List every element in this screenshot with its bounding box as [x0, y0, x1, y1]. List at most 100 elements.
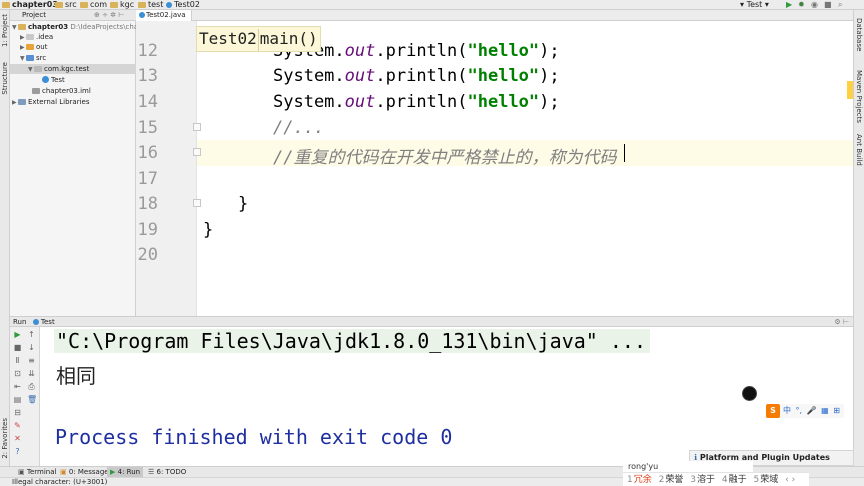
nav-crumb-src[interactable]: src [55, 0, 77, 10]
rerun-icon[interactable]: ▶ [13, 331, 22, 339]
tab-test02-java[interactable]: Test02.java [136, 10, 192, 21]
file-icon [32, 88, 40, 94]
project-view-selector[interactable]: Project [22, 11, 46, 19]
breadcrumb-method[interactable]: main() [260, 29, 318, 48]
line-number: 20 [137, 245, 158, 265]
text-caret [624, 144, 625, 162]
tree-item-src[interactable]: ▼ src [20, 53, 46, 63]
scroll-to-end-icon[interactable]: ⇊ [27, 370, 36, 378]
method-breadcrumb[interactable]: Test02 main() [196, 26, 321, 52]
ime-punctuation-icon[interactable]: °, [796, 406, 803, 415]
line-number: 18 [137, 194, 158, 214]
ant-tool-tab[interactable]: Ant Build [855, 134, 863, 166]
nav-crumb-com[interactable]: com [80, 0, 107, 10]
line-number: 12 [137, 41, 158, 61]
ime-page-arrows-icon[interactable]: ‹ › [785, 473, 795, 486]
code-comment: //... [273, 118, 325, 138]
run-panel-title: Run [13, 318, 27, 326]
restore-layout-icon[interactable]: ⊟ [13, 409, 22, 417]
fold-marker[interactable] [193, 148, 201, 156]
code-comment: //重复的代码在开发中严格禁止的，称为代码 [273, 148, 617, 168]
class-icon [166, 2, 172, 8]
pin-icon[interactable]: ✎ [13, 422, 22, 430]
code-line: System.out.println("hello"); [273, 92, 560, 112]
run-console[interactable]: "C:\Program Files\Java\jdk1.8.0_131\bin\… [40, 327, 853, 466]
code-editor[interactable]: 12 13 14 15 16 17 18 19 20 System.out.pr… [136, 21, 853, 316]
project-panel-tools-icon[interactable]: ⊕ ÷ ✲ ⊢ [94, 10, 124, 21]
console-output: 相同 [56, 364, 96, 388]
microphone-icon[interactable]: 🎤 [807, 406, 817, 415]
ime-language-label[interactable]: 中 [783, 406, 791, 415]
project-tool-tab[interactable]: 1: Project [1, 14, 9, 47]
package-icon [34, 66, 42, 72]
module-icon [18, 24, 26, 30]
status-message: Illegal character: (U+3001) [12, 478, 108, 486]
database-tool-tab[interactable]: Database [855, 18, 863, 51]
search-icon[interactable]: ⌕ [838, 0, 842, 10]
code-line: System.out.println("hello"); [273, 66, 560, 86]
code-brace: } [203, 220, 214, 240]
project-panel-header: Project ⊕ ÷ ✲ ⊢ [10, 10, 136, 21]
warning-stripe-marker[interactable] [847, 81, 853, 99]
structure-tool-tab[interactable]: Structure [1, 62, 9, 95]
breadcrumb-class[interactable]: Test02 [199, 29, 257, 48]
line-number: 19 [137, 220, 158, 240]
dump-threads-icon[interactable]: ⊡ [13, 370, 22, 378]
tree-item-iml[interactable]: chapter03.iml [32, 86, 91, 96]
ime-toolbar[interactable]: S中 °, 🎤 ▦ ⊞ [766, 404, 844, 418]
folder-icon [110, 2, 118, 8]
recorder-dot[interactable] [742, 386, 757, 401]
tree-item-out[interactable]: ▶ out [20, 42, 47, 52]
folder-icon [26, 44, 34, 50]
ime-composition: rong'yu [623, 461, 753, 472]
ime-menu-icon[interactable]: ⊞ [833, 406, 840, 415]
code-brace: } [238, 194, 249, 214]
pause-icon[interactable]: Ⅱ [13, 357, 22, 365]
nav-crumb-kgc[interactable]: kgc [110, 0, 134, 10]
tree-item-chapter03[interactable]: ▼ chapter03 D:\IdeaProjects\chap [12, 22, 143, 32]
run-panel-settings-icon[interactable]: ⚙ ⊢ [834, 317, 849, 327]
scroll-down-icon[interactable]: ↓ [27, 344, 36, 352]
exit-icon[interactable]: ⇤ [13, 383, 22, 391]
tree-item-idea[interactable]: ▶ .idea [20, 32, 53, 42]
console-command-line: "C:\Program Files\Java\jdk1.8.0_131\bin\… [54, 329, 651, 353]
run-icon[interactable]: ▶ [786, 0, 792, 10]
layout-icon[interactable]: ▤ [13, 396, 22, 404]
print-icon[interactable]: ⎙ [27, 383, 36, 391]
clear-all-icon[interactable]: 🗑 [27, 396, 37, 404]
help-icon[interactable]: ? [13, 448, 22, 456]
ime-candidate[interactable]: 1冗余 [627, 473, 652, 486]
fold-marker[interactable] [193, 199, 201, 207]
folder-icon [55, 2, 63, 8]
ime-candidate[interactable]: 5荣域 [754, 473, 779, 486]
ime-candidate[interactable]: 3溶于 [690, 473, 715, 486]
scroll-up-icon[interactable]: ↑ [27, 331, 36, 339]
ime-candidate[interactable]: 4融于 [722, 473, 747, 486]
stop-icon[interactable]: ■ [824, 0, 832, 10]
maven-tool-tab[interactable]: Maven Projects [855, 70, 863, 123]
ime-logo-icon: S [766, 404, 780, 418]
nav-crumb-class[interactable]: Test02 [166, 0, 200, 10]
nav-crumb-test[interactable]: test [138, 0, 163, 10]
folder-icon [80, 2, 88, 8]
editor-tab-bar: Test02.java [136, 10, 853, 21]
favorites-tool-tab[interactable]: 2: Favorites [1, 418, 9, 459]
soft-wrap-icon[interactable]: ≡ [27, 357, 36, 365]
tree-item-external-libraries[interactable]: ▶ External Libraries [12, 97, 90, 107]
debug-icon[interactable]: ✹ [798, 0, 805, 10]
folder-icon [138, 2, 146, 8]
close-icon[interactable]: ✕ [13, 435, 22, 443]
coverage-icon[interactable]: ◉ [811, 0, 818, 10]
class-icon [32, 319, 39, 325]
right-tool-strip: Database Maven Projects Ant Build [853, 10, 864, 466]
run-config-tab[interactable]: Test [32, 318, 55, 326]
library-icon [18, 99, 26, 105]
nav-crumb-project[interactable]: chapter03 [2, 0, 58, 10]
run-config-selector[interactable]: ▾ Test ▾ [740, 0, 769, 10]
fold-marker[interactable] [193, 123, 201, 131]
ime-candidate[interactable]: 2荣誉 [659, 473, 684, 486]
tree-item-test-class[interactable]: Test [42, 75, 65, 85]
keyboard-icon[interactable]: ▦ [821, 406, 829, 415]
stop-icon[interactable]: ■ [13, 344, 22, 352]
tree-item-package[interactable]: ▼ com.kgc.test [10, 64, 136, 74]
